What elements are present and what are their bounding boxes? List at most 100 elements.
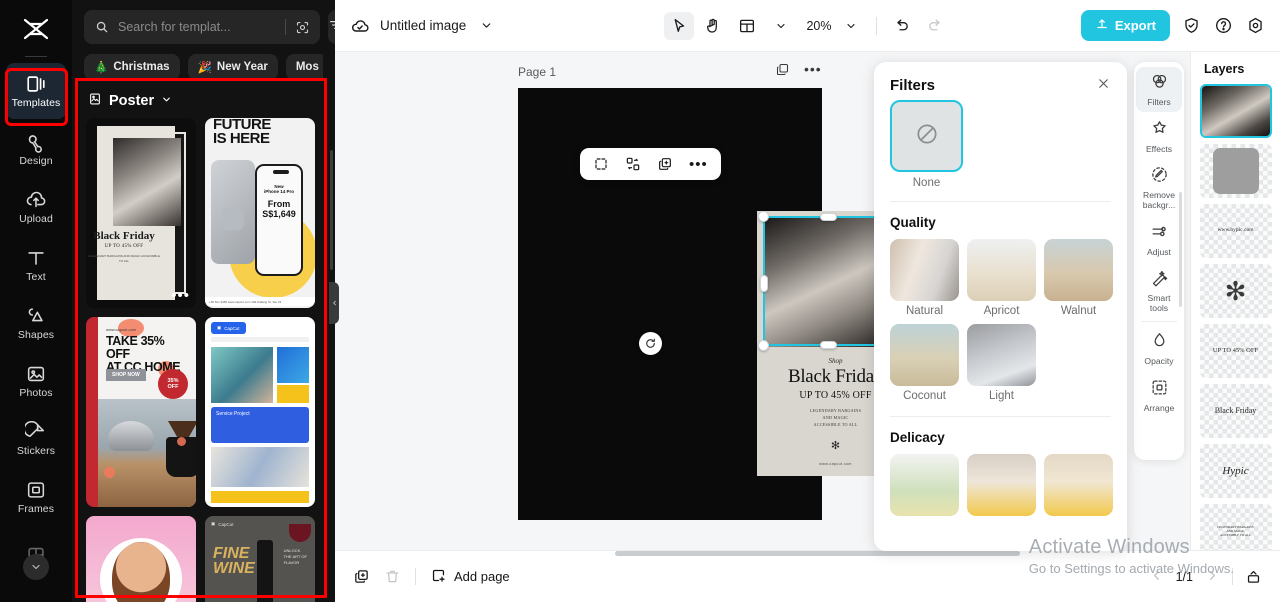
layout-tool[interactable]: [732, 12, 762, 40]
image-search-icon[interactable]: [292, 17, 312, 37]
resize-handle-nw[interactable]: [758, 211, 769, 222]
filter-item[interactable]: Walnut: [1044, 239, 1113, 317]
select-tool[interactable]: [664, 11, 695, 40]
chip-most[interactable]: Mos: [285, 54, 323, 80]
sidebar-item-design[interactable]: Design: [6, 121, 66, 177]
layer-item-url-text[interactable]: www.hypic.com: [1199, 204, 1272, 258]
tools-scrollbar[interactable]: [1179, 192, 1182, 307]
canvas-horizontal-scrollbar[interactable]: [615, 551, 1020, 556]
more-options-icon[interactable]: •••: [689, 157, 708, 172]
tool-smart-tools[interactable]: Smart tools: [1136, 263, 1182, 317]
more-options-icon[interactable]: •••: [804, 62, 822, 82]
duplicate-page-icon[interactable]: [353, 568, 370, 585]
sidebar-item-label: Frames: [17, 503, 55, 516]
template-card-cc-home[interactable]: www.capcut.com TAKE 35% OFF AT CC HOME S…: [86, 317, 196, 507]
template-badge: 35% OFF: [158, 369, 188, 399]
tool-adjust[interactable]: Adjust: [1136, 217, 1182, 262]
tool-filters[interactable]: Filters: [1136, 67, 1182, 112]
filter-item[interactable]: Coconut: [890, 324, 959, 402]
template-card-portrait[interactable]: [86, 516, 196, 602]
shield-icon[interactable]: [1180, 15, 1202, 37]
search-box[interactable]: [84, 10, 320, 44]
cloud-saved-icon[interactable]: [349, 15, 371, 37]
tool-opacity[interactable]: Opacity: [1136, 326, 1182, 371]
template-card-iphone[interactable]: FUTURE IS HERE New iPhone 14 Pro From S$…: [205, 118, 315, 308]
rail-expand-button[interactable]: [23, 554, 49, 580]
sidebar-item-templates[interactable]: Templates: [6, 63, 66, 119]
filter-thumbnail[interactable]: [967, 454, 1036, 516]
panel-collapse-handle[interactable]: [329, 282, 339, 324]
resize-handle-n[interactable]: [820, 213, 837, 221]
crop-icon[interactable]: [593, 156, 609, 172]
tool-remove-background[interactable]: Remove backgr...: [1136, 160, 1182, 214]
chevron-right-icon[interactable]: [1205, 568, 1220, 586]
filter-none-tile[interactable]: [890, 100, 963, 172]
sidebar-item-shapes[interactable]: Shapes: [6, 295, 66, 351]
settings-icon[interactable]: [1244, 15, 1266, 37]
duplicate-icon[interactable]: [657, 156, 673, 172]
filter-button[interactable]: [328, 10, 335, 44]
layer-item-rectangle[interactable]: [1199, 144, 1272, 198]
capcut-logo[interactable]: [16, 12, 56, 48]
sidebar-item-text[interactable]: Text: [6, 237, 66, 293]
zoom-chevron-button[interactable]: [836, 12, 866, 40]
templates-panel: 🎄 Christmas 🎉 New Year Mos Poster: [72, 0, 335, 602]
selection-box[interactable]: [758, 211, 896, 351]
zoom-level[interactable]: 20%: [806, 19, 831, 33]
resize-handle-w[interactable]: [760, 275, 768, 292]
layer-item-photo[interactable]: [1199, 84, 1272, 138]
template-card-black-friday[interactable]: Black Friday UP TO 45% OFF LEGENDARY BAR…: [86, 118, 196, 308]
help-icon[interactable]: [1212, 15, 1234, 37]
trash-icon[interactable]: [384, 568, 401, 585]
category-header[interactable]: Poster: [72, 80, 335, 118]
duplicate-page-icon[interactable]: [775, 62, 790, 82]
filter-item[interactable]: Light: [967, 324, 1036, 402]
tool-effects[interactable]: Effects: [1136, 114, 1182, 159]
document-title[interactable]: Untitled image: [380, 18, 466, 33]
close-icon[interactable]: [1096, 76, 1111, 94]
chevron-left-icon[interactable]: [1149, 568, 1164, 586]
filter-thumbnail[interactable]: [890, 324, 959, 386]
present-icon[interactable]: [1245, 568, 1262, 585]
resize-handle-s[interactable]: [820, 341, 837, 349]
filter-thumbnail[interactable]: [890, 239, 959, 301]
chip-christmas[interactable]: 🎄 Christmas: [84, 54, 180, 80]
template-card-fine-wine[interactable]: ▣ CapCut FINE WINE UNLOCK THE ART OF FLA…: [205, 516, 315, 602]
panel-scrollbar[interactable]: [330, 150, 333, 270]
layer-item-flower-graphic[interactable]: ✻: [1199, 264, 1272, 318]
layer-item-script-text[interactable]: Hypic: [1199, 444, 1272, 498]
template-card-medical[interactable]: ▣ CapCut Service Project: [205, 317, 315, 507]
search-input[interactable]: [118, 20, 279, 34]
filter-thumbnail[interactable]: [1044, 454, 1113, 516]
filter-thumbnail[interactable]: [1044, 239, 1113, 301]
rotate-handle-icon[interactable]: [639, 332, 662, 355]
sidebar-item-frames[interactable]: Frames: [6, 469, 66, 525]
tool-arrange[interactable]: Arrange: [1136, 373, 1182, 418]
replace-icon[interactable]: [625, 156, 641, 172]
sidebar-item-stickers[interactable]: Stickers: [6, 411, 66, 467]
sidebar-item-photos[interactable]: Photos: [6, 353, 66, 409]
hand-tool[interactable]: [698, 12, 728, 40]
tool-label: Filters: [1147, 97, 1171, 107]
template-art: [211, 160, 255, 264]
filter-item[interactable]: Apricot: [967, 239, 1036, 317]
filter-item[interactable]: Natural: [890, 239, 959, 317]
chip-new-year[interactable]: 🎉 New Year: [187, 54, 278, 80]
upload-icon: [25, 189, 47, 211]
layer-item-title-text[interactable]: Black Friday: [1199, 384, 1272, 438]
layer-item-discount-text[interactable]: UP TO 45% OFF: [1199, 324, 1272, 378]
export-button[interactable]: Export: [1080, 10, 1170, 41]
undo-button[interactable]: [887, 12, 917, 40]
left-rail: Templates Design Upload Text Shapes Phot…: [0, 0, 72, 602]
sidebar-item-upload[interactable]: Upload: [6, 179, 66, 235]
filter-thumbnail[interactable]: [967, 239, 1036, 301]
chevron-down-icon[interactable]: [475, 15, 497, 37]
filter-thumbnail[interactable]: [890, 454, 959, 516]
resize-handle-sw[interactable]: [758, 340, 769, 351]
frames-icon: [25, 479, 47, 501]
more-options-icon[interactable]: •••: [171, 288, 190, 303]
layout-chevron-button[interactable]: [766, 12, 796, 40]
add-page-button[interactable]: Add page: [430, 567, 510, 587]
panel-title: Filters: [890, 76, 936, 94]
filter-thumbnail[interactable]: [967, 324, 1036, 386]
